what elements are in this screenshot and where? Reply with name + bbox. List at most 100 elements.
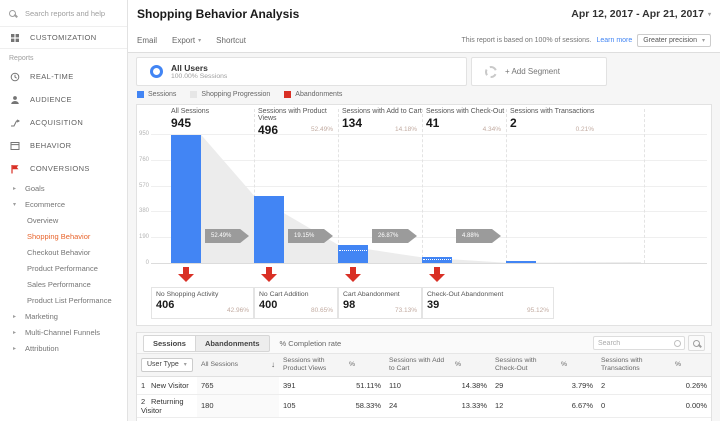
sidebar-item-label: ACQUISITION (30, 118, 84, 127)
chevron-down-icon: ▾ (701, 37, 705, 44)
sidebar-item-ecommerce[interactable]: ▾ Ecommerce (0, 196, 127, 212)
shortcut-button[interactable]: Shortcut (216, 36, 246, 45)
sidebar-item-multi-channel-funnels[interactable]: ▸ Multi-Channel Funnels (0, 324, 127, 340)
customization-icon (9, 32, 20, 43)
sessions-bar-sessions-with-check-out (422, 257, 452, 263)
cell-value: 765 (197, 376, 279, 395)
tab-abandonments[interactable]: Abandonments (196, 336, 269, 351)
cell-value: 24 (385, 394, 451, 418)
abandonment-label: Cart Abandonment (343, 291, 400, 298)
funnel-step-percent: 4.34% (482, 126, 501, 133)
sidebar-item-customization[interactable]: CUSTOMIZATION (0, 27, 127, 49)
sidebar-item-product-performance[interactable]: Product Performance (0, 260, 127, 276)
column-header-percent[interactable]: % (671, 354, 711, 377)
column-header-sessions-with-product-views[interactable]: Sessions with Product Views (279, 354, 345, 377)
cell-percent: 58.33% (345, 394, 385, 418)
funnel-step-sessions-with-transactions: Sessions with Transactions 2 0.21% (506, 108, 644, 135)
date-range-picker[interactable]: Apr 12, 2017 - Apr 21, 2017 ▾ (571, 8, 711, 20)
cell-percent: 14.38% (451, 376, 491, 395)
sidebar-item-marketing[interactable]: ▸ Marketing (0, 308, 127, 324)
sidebar-item-audience[interactable]: AUDIENCE (0, 88, 127, 111)
search-icon (9, 9, 16, 17)
continuation-rate-band: 4.88% (456, 229, 501, 243)
column-header-sessions-with-transactions[interactable]: Sessions with Transactions (597, 354, 671, 377)
segment-detail: 100.00% Sessions (171, 73, 228, 80)
sidebar-item-goals[interactable]: ▸ Goals (0, 180, 127, 196)
column-header-sessions-with-check-out[interactable]: Sessions with Check-Out (491, 354, 557, 377)
sidebar-item-label: Multi-Channel Funnels (25, 327, 101, 337)
report-content: All Users 100.00% Sessions + Add Segment… (128, 53, 720, 421)
sidebar: Search reports and help CUSTOMIZATION Re… (0, 0, 128, 421)
ecommerce-submenu: Overview Shopping Behavior Checkout Behavi… (0, 212, 127, 308)
sidebar-item-acquisition[interactable]: ACQUISITION (0, 111, 127, 134)
precision-dropdown[interactable]: Greater precision ▾ (637, 33, 711, 47)
continuation-rate-band: 19.15% (288, 229, 333, 243)
sidebar-item-checkout-behavior[interactable]: Checkout Behavior (0, 244, 127, 260)
column-header-percent[interactable]: % (345, 354, 385, 377)
sidebar-item-real-time[interactable]: REAL-TIME (0, 65, 127, 88)
table-tabs: Sessions Abandonments (143, 334, 270, 352)
sidebar-item-label: BEHAVIOR (30, 141, 72, 150)
add-segment-button[interactable]: + Add Segment (471, 57, 607, 86)
abandonment-percent: 95.12% (526, 307, 549, 314)
cell-value: 29 (491, 376, 557, 395)
cell-value: 110 (385, 376, 451, 395)
advanced-filter-icon[interactable] (674, 339, 681, 347)
abandonment-card-no-shopping-activity: No Shopping Activity 406 42.96% (151, 287, 254, 319)
sidebar-search[interactable]: Search reports and help (0, 0, 127, 27)
cell-value: 0 (597, 394, 671, 418)
abandonment-arrow-icon (345, 267, 361, 282)
row-label: 1 New Visitor (137, 376, 197, 395)
main-area: Shopping Behavior Analysis Apr 12, 2017 … (128, 0, 720, 421)
learn-more-link[interactable]: Learn more (596, 37, 632, 44)
funnel-step-label: Sessions with Transactions (510, 108, 595, 115)
abandonment-label: No Cart Addition (259, 291, 309, 298)
funnel-step-label: All Sessions (171, 108, 210, 115)
sidebar-item-behavior[interactable]: BEHAVIOR (0, 134, 127, 157)
sidebar-item-shopping-behavior[interactable]: Shopping Behavior (0, 228, 127, 244)
tab-sessions[interactable]: Sessions (144, 335, 196, 351)
sidebar-item-attribution[interactable]: ▸ Attribution (0, 340, 127, 356)
sidebar-item-conversions[interactable]: CONVERSIONS (0, 157, 127, 180)
completion-rate-option[interactable]: % Completion rate (280, 339, 342, 348)
abandonment-percent: 42.96% (226, 307, 249, 314)
table-search-button[interactable] (688, 335, 705, 351)
table-search-input[interactable] (593, 336, 685, 350)
search-icon (693, 339, 700, 347)
cell-percent: 51.11% (345, 376, 385, 395)
legend-abandonments: Abandonments (284, 91, 342, 98)
segment-name: All Users (171, 63, 208, 73)
abandonment-card-cart-abandonment: Cart Abandonment 98 73.13% (338, 287, 422, 319)
email-button[interactable]: Email (137, 36, 157, 45)
date-range-value: Apr 12, 2017 - Apr 21, 2017 (571, 8, 704, 20)
column-header-percent[interactable]: % (557, 354, 597, 377)
abandonment-card-no-cart-addition: No Cart Addition 400 80.65% (254, 287, 338, 319)
funnel-step-sessions-with-check-out: Sessions with Check-Out 41 4.34% (422, 108, 506, 135)
column-header-percent[interactable]: % (451, 354, 491, 377)
sidebar-bottom-items: ▸ Marketing ▸ Multi-Channel Funnels ▸ Attribu… (0, 308, 127, 356)
column-header-all-sessions[interactable]: All Sessions ↓ (197, 354, 279, 377)
export-button[interactable]: Export ▾ (172, 36, 201, 45)
column-header-sessions-with-add-to-cart[interactable]: Sessions with Add to Cart (385, 354, 451, 377)
sidebar-item-overview[interactable]: Overview (0, 212, 127, 228)
cell-percent: 3.79% (557, 376, 597, 395)
add-segment-circle-icon (485, 65, 497, 78)
user-type-dropdown[interactable]: User Type ▾ (141, 357, 193, 372)
shopping-funnel-chart: 950 760 570 380 190 0 All Sessions 945 Sessions … (136, 104, 712, 326)
column-header-user-type: User Type ▾ (137, 354, 197, 377)
cell-value: 180 (197, 394, 279, 418)
funnel-step-sessions-with-product-views: Sessions with Product Views 496 52.49% (254, 108, 338, 137)
funnel-step-percent: 52.49% (310, 126, 333, 133)
sort-desc-icon: ↓ (271, 359, 275, 369)
table-row: 1 New Visitor 765 391 51.11% 110 14.38% 29 3.79%… (137, 376, 711, 395)
table-pagination: Show rows: 10 ▴▾ Go to: 1 1 - 2 of 2 ‹ › (137, 418, 711, 421)
sidebar-item-label: Marketing (25, 311, 58, 321)
sidebar-item-product-list-performance[interactable]: Product List Performance (0, 292, 127, 308)
cell-percent: 0.26% (671, 376, 711, 395)
export-label: Export (172, 35, 196, 45)
sidebar-item-label: Ecommerce (25, 199, 66, 209)
analytics-app: Search reports and help CUSTOMIZATION Re… (0, 0, 720, 421)
continuation-rate-band: 52.49% (205, 229, 249, 243)
sidebar-item-sales-performance[interactable]: Sales Performance (0, 276, 127, 292)
segment-all-users[interactable]: All Users 100.00% Sessions (136, 57, 467, 86)
